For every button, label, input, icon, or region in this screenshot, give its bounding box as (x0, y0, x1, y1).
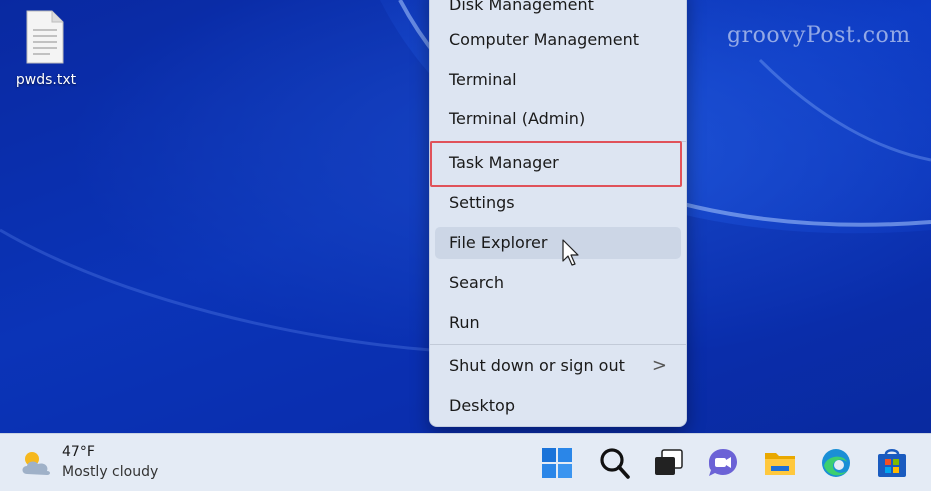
weather-temperature: 47°F (62, 444, 95, 460)
weather-condition: Mostly cloudy (62, 464, 159, 480)
microsoft-store-icon[interactable] (875, 446, 909, 480)
menu-item-computer-management[interactable]: Computer Management (435, 24, 681, 56)
menu-item-terminal-admin[interactable]: Terminal (Admin) (435, 103, 681, 135)
desktop-file-label: pwds.txt (15, 72, 77, 88)
task-manager-highlight (430, 141, 682, 187)
winx-context-menu: Disk Management Computer Management Term… (429, 0, 687, 427)
search-icon[interactable] (597, 446, 631, 480)
mouse-cursor-icon (562, 239, 579, 266)
file-explorer-icon[interactable] (763, 446, 797, 480)
menu-separator (430, 344, 686, 345)
chevron-right-icon: > (651, 355, 667, 376)
weather-widget[interactable]: 47°F Mostly cloudy (18, 440, 178, 486)
watermark: groovyPost.com (727, 23, 911, 48)
menu-item-settings[interactable]: Settings (435, 187, 681, 219)
menu-item-shut-down[interactable]: Shut down or sign out > (435, 350, 681, 382)
menu-item-search[interactable]: Search (435, 267, 681, 299)
taskbar: 47°F Mostly cloudy (0, 433, 931, 491)
menu-item-file-explorer[interactable]: File Explorer (435, 227, 681, 259)
menu-item-terminal[interactable]: Terminal (435, 64, 681, 96)
edge-browser-icon[interactable] (819, 446, 853, 480)
menu-item-run[interactable]: Run (435, 307, 681, 339)
menu-item-desktop[interactable]: Desktop (435, 390, 681, 422)
partly-cloudy-icon (22, 452, 50, 475)
teams-chat-icon[interactable] (706, 446, 740, 480)
windows-start-icon[interactable] (540, 446, 574, 480)
task-view-icon[interactable] (652, 446, 686, 480)
desktop-file-pwds[interactable]: pwds.txt (10, 8, 82, 98)
desktop: pwds.txt groovyPost.com Disk Management … (0, 0, 931, 433)
menu-item-disk-management[interactable]: Disk Management (435, 0, 681, 21)
text-file-icon (26, 10, 64, 64)
